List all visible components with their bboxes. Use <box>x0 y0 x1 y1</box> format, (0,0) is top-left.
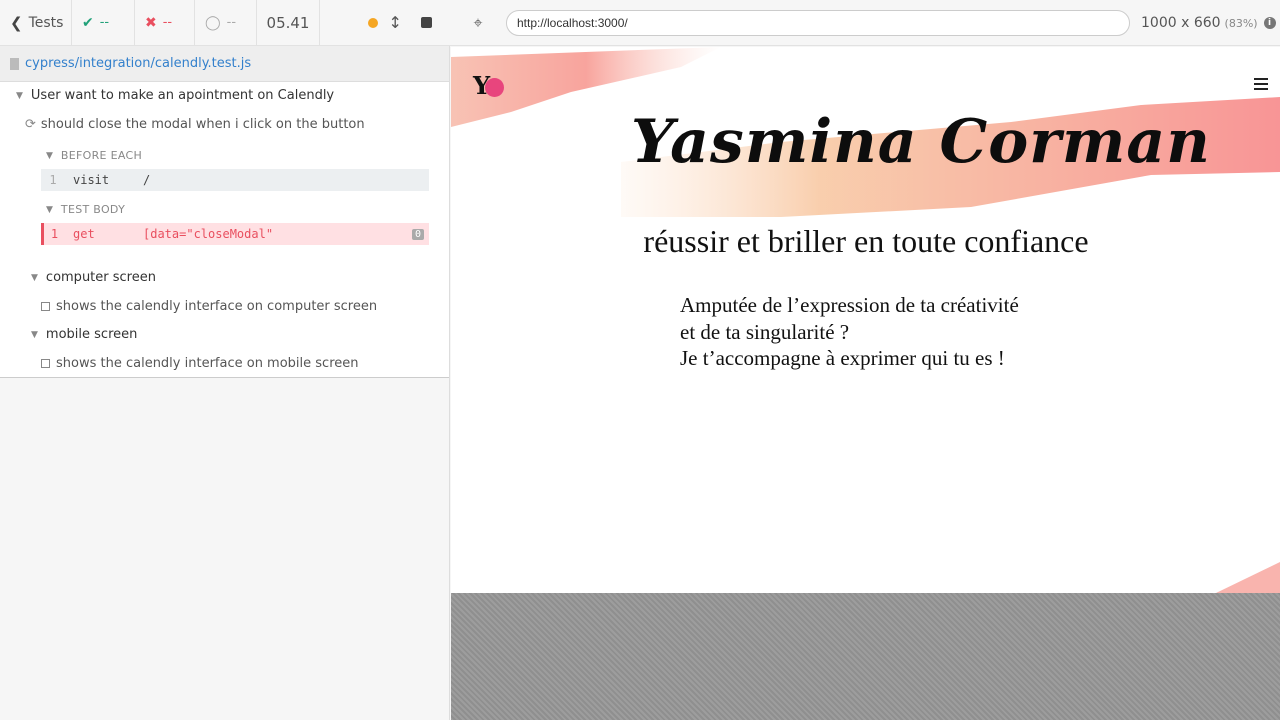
caret-down-icon: ▼ <box>31 272 38 283</box>
file-icon <box>10 57 19 70</box>
command-message: [data="closeModal" <box>143 227 274 241</box>
auto-scroll-toggle[interactable]: ↕ <box>368 13 402 32</box>
suite-title: computer screen <box>45 270 156 285</box>
command-visit[interactable]: 1 visit / <box>41 169 429 191</box>
logo-circle-icon <box>485 78 505 97</box>
pending-box-icon <box>41 302 50 311</box>
hero-line: et de ta singularité ? <box>680 319 850 344</box>
info-icon[interactable]: i <box>1263 16 1276 29</box>
spec-file-link[interactable]: cypress/integration/calendly.test.js <box>25 56 251 71</box>
url-bar[interactable]: http://localhost:3000/ <box>506 9 1130 36</box>
pending-count: ◯ -- <box>195 0 257 46</box>
chevron-left-icon: ❮ <box>10 13 23 32</box>
command-message: / <box>143 173 151 187</box>
run-controls: ↕ <box>320 0 450 46</box>
reporter-header: ❮ Tests ✔ -- ✖ -- ◯ -- 05.41 ↕ <box>0 0 450 46</box>
hero-text: Amputée de l’expression de ta créativité… <box>680 292 1019 372</box>
hook-test-body[interactable]: ▼ TEST BODY <box>46 203 125 216</box>
check-icon: ✔ <box>82 14 94 31</box>
hero-line: Amputée de l’expression de ta créativité <box>680 293 1019 317</box>
caret-down-icon: ▼ <box>31 329 38 340</box>
stop-icon[interactable] <box>421 17 432 28</box>
suite-computer-screen[interactable]: ▼ computer screen <box>31 270 156 285</box>
aut-background-area <box>451 593 1280 720</box>
aut-header: ⌖ http://localhost:3000/ 1000 x 660 (83%)… <box>450 0 1280 46</box>
element-count-badge: 0 <box>411 228 424 240</box>
x-icon: ✖ <box>145 14 157 31</box>
duration: 05.41 <box>257 0 320 46</box>
test-title: shows the calendly interface on computer… <box>56 299 378 314</box>
runnables-list: ▼ User want to make an apointment on Cal… <box>0 82 449 378</box>
pending-value: -- <box>226 15 237 30</box>
spec-file-bar: cypress/integration/calendly.test.js <box>0 46 449 82</box>
failed-count: ✖ -- <box>135 0 195 46</box>
circle-icon: ◯ <box>205 14 221 31</box>
test-title: shows the calendly interface on mobile s… <box>56 356 359 371</box>
hamburger-menu-icon[interactable] <box>1254 78 1268 93</box>
failed-value: -- <box>162 15 173 30</box>
hook-before-each[interactable]: ▼ BEFORE EACH <box>46 149 142 162</box>
test-running[interactable]: ⟳ should close the modal when i click on… <box>25 117 365 132</box>
command-name: get <box>73 227 95 241</box>
running-dot-icon <box>368 18 378 28</box>
suite-mobile-screen[interactable]: ▼ mobile screen <box>31 327 137 342</box>
hero-line: Je t’accompagne à exprimer qui tu es ! <box>680 346 1005 370</box>
hook-title: TEST BODY <box>60 203 126 216</box>
test-title: should close the modal when i click on t… <box>40 117 365 132</box>
command-number: 1 <box>49 173 57 187</box>
caret-down-icon: ▼ <box>46 150 53 161</box>
suite-title: User want to make an apointment on Calen… <box>30 88 335 103</box>
pending-box-icon <box>41 359 50 368</box>
command-number: 1 <box>50 227 59 241</box>
caret-down-icon: ▼ <box>46 204 53 215</box>
caret-down-icon: ▼ <box>16 90 23 101</box>
viewport-size: 1000 x 660 (83%) <box>1141 15 1258 31</box>
test-reporter: ❮ Tests ✔ -- ✖ -- ◯ -- 05.41 ↕ cypress/i… <box>0 0 450 720</box>
tests-button[interactable]: ❮ Tests <box>0 0 72 46</box>
scroll-arrows-icon: ↕ <box>388 13 402 32</box>
suite-title: mobile screen <box>45 327 138 342</box>
logo[interactable]: Y <box>473 71 505 100</box>
viewport-scale: (83%) <box>1224 16 1258 30</box>
passed-value: -- <box>99 15 110 30</box>
test-computer-screen[interactable]: shows the calendly interface on computer… <box>41 299 377 314</box>
passed-count: ✔ -- <box>72 0 135 46</box>
refresh-icon: ⟳ <box>25 117 36 132</box>
suite-root[interactable]: ▼ User want to make an apointment on Cal… <box>16 88 334 103</box>
viewport-dimensions: 1000 x 660 <box>1141 14 1221 31</box>
tests-label: Tests <box>28 14 64 31</box>
selector-playground-crosshair-icon[interactable]: ⌖ <box>450 13 506 33</box>
hook-title: BEFORE EACH <box>60 149 143 162</box>
test-mobile-screen[interactable]: shows the calendly interface on mobile s… <box>41 356 359 371</box>
command-name: visit <box>73 173 110 187</box>
command-get[interactable]: 1 get [data="closeModal" 0 <box>41 223 429 245</box>
app-under-test: Y Yasmina Corman réussir et briller en t… <box>451 47 1280 593</box>
hero-name: Yasmina Corman <box>631 107 1211 177</box>
hero-tagline: réussir et briller en toute confiance <box>643 223 1089 259</box>
